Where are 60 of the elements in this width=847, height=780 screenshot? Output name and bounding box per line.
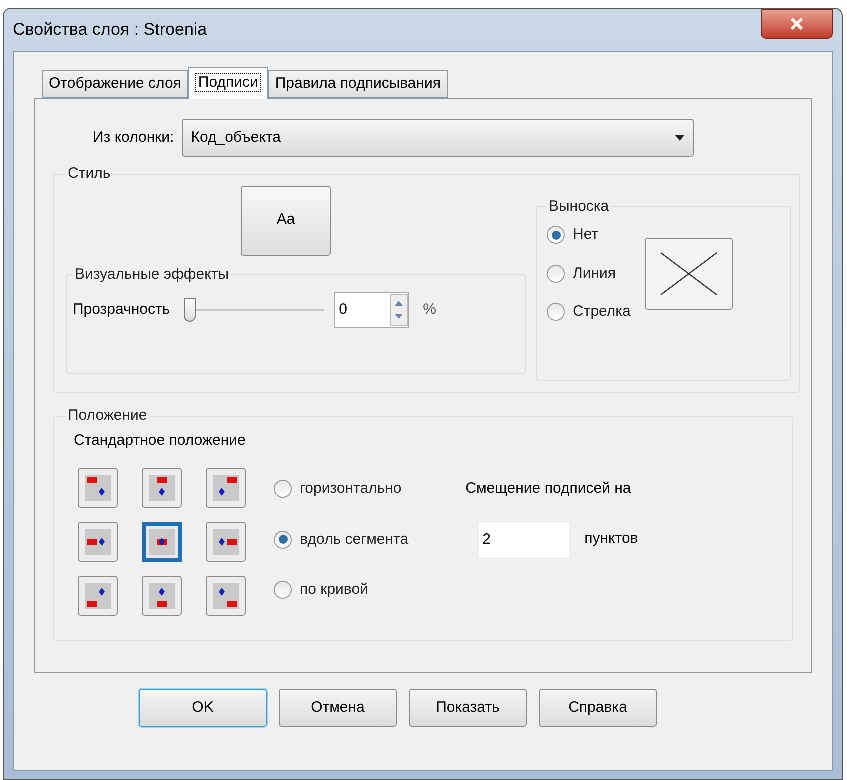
radio-button[interactable] xyxy=(547,264,565,283)
label-position-icon xyxy=(148,474,176,502)
label-position-icon xyxy=(212,528,240,556)
callout-preview-button[interactable] xyxy=(644,238,733,310)
section-subtitle: Стандартное положение xyxy=(74,430,246,450)
label-position-icon xyxy=(212,582,240,610)
position-button[interactable] xyxy=(206,576,246,616)
radio-label: горизонтально xyxy=(300,479,402,499)
transparency-label: Прозрачность xyxy=(73,300,170,320)
spin-arrows-icon xyxy=(390,294,408,326)
window-title: Свойства слоя : Stroenia xyxy=(13,19,208,42)
column-label: Из колонки: xyxy=(93,128,174,148)
close-button[interactable] xyxy=(761,9,833,39)
group-title: Визуальные эффекты xyxy=(74,264,230,284)
percent-unit: % xyxy=(423,300,436,320)
group-title: Стиль xyxy=(67,164,112,184)
close-icon xyxy=(790,18,804,30)
position-button[interactable] xyxy=(206,522,246,562)
offset-label: Смещение подписей на xyxy=(466,479,632,499)
position-button[interactable] xyxy=(142,522,182,562)
radio-label: Нет xyxy=(573,225,599,245)
column-dropdown[interactable]: Код_объекта xyxy=(182,119,694,157)
no-callout-icon xyxy=(658,250,719,297)
radio-label: Стрелка xyxy=(573,302,631,322)
position-button[interactable] xyxy=(78,576,118,616)
slider-thumb[interactable] xyxy=(184,298,196,322)
label-position-icon xyxy=(84,582,112,610)
position-button[interactable] xyxy=(78,522,118,562)
offset-unit: пунктов xyxy=(584,529,638,550)
dialog-button[interactable]: Показать xyxy=(409,689,527,727)
position-button[interactable] xyxy=(142,576,182,616)
group-title: Выноска xyxy=(548,196,610,216)
position-button[interactable] xyxy=(78,468,118,508)
tab[interactable]: Правила подписывания xyxy=(268,70,448,98)
label-position-icon xyxy=(84,474,112,502)
radio-label: вдоль сегмента xyxy=(300,530,409,550)
position-button[interactable] xyxy=(206,468,246,508)
label-position-icon xyxy=(148,582,176,610)
radio-label: по кривой xyxy=(300,580,368,600)
dialog-button[interactable]: OK xyxy=(139,689,267,727)
dropdown-arrow-icon xyxy=(675,135,686,141)
radio-button[interactable] xyxy=(547,226,565,244)
slider[interactable] xyxy=(184,297,324,323)
transparency-spinbox[interactable]: 0 xyxy=(334,292,410,328)
radio-button[interactable] xyxy=(274,480,292,498)
radio-button[interactable] xyxy=(274,581,292,600)
label-position-icon xyxy=(212,474,240,502)
radio-button[interactable] xyxy=(274,530,292,549)
tab[interactable]: Подписи xyxy=(188,67,268,99)
dialog-button[interactable]: Отмена xyxy=(279,689,397,727)
font-button[interactable]: Aa xyxy=(241,186,331,256)
radio-label: Линия xyxy=(573,264,616,284)
radio-button[interactable] xyxy=(547,303,565,322)
dialog-button[interactable]: Справка xyxy=(539,689,657,727)
label-position-icon xyxy=(148,528,176,556)
offset-input[interactable]: 2 xyxy=(478,522,569,556)
tab[interactable]: Отображение слоя xyxy=(42,70,188,98)
group-title: Положение xyxy=(67,406,148,426)
position-button[interactable] xyxy=(142,468,182,508)
label-position-icon xyxy=(84,528,112,556)
